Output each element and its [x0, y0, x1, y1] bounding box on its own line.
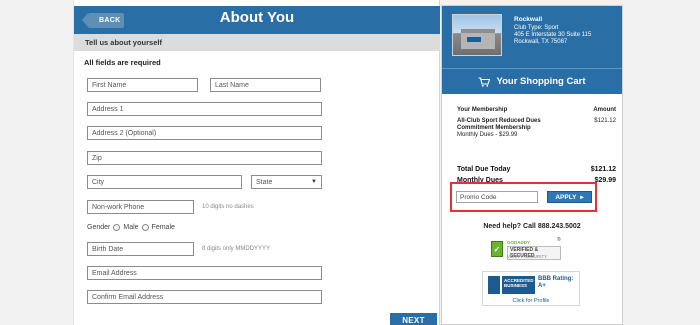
cart-panel: Rockwall Club Type: Sport 405 E Intersta… [441, 5, 623, 325]
monthly-dues-value: $29.99 [594, 177, 616, 184]
apply-button[interactable]: APPLY ▸ [547, 191, 592, 203]
club-name: Rockwall [514, 16, 543, 23]
confirm-email-input[interactable]: Confirm Email Address [87, 290, 322, 304]
zip-input[interactable]: Zip [87, 151, 322, 165]
bbb-accredited-label: ACCREDITED BUSINESS [502, 276, 535, 294]
play-arrow-icon: ▸ [580, 194, 584, 201]
header-bar: BACK About You [74, 6, 440, 34]
bbb-torch-icon [488, 276, 500, 294]
page-title: About You [219, 9, 295, 26]
club-info: Rockwall Club Type: Sport 405 E Intersta… [442, 6, 622, 68]
seal-verify-text: VERIFY SECURITY [507, 254, 548, 259]
club-type: Club Type: Sport [514, 25, 559, 31]
last-name-input[interactable]: Last Name [210, 78, 321, 92]
club-sign-image [467, 37, 481, 42]
email-input[interactable]: Email Address [87, 266, 322, 280]
bbb-rating: BBB Rating: A+ [538, 276, 573, 290]
club-address-line2: Rockwall, TX 75087 [514, 39, 568, 45]
membership-header: Your Membership [457, 107, 508, 113]
state-select[interactable]: State ▼ [251, 175, 322, 189]
address1-input[interactable]: Address 1 [87, 102, 322, 116]
gender-male-label[interactable]: Male [123, 224, 138, 231]
first-name-input[interactable]: First Name [87, 78, 198, 92]
membership-amount: $121.12 [594, 118, 616, 124]
gender-group: Gender Male Female [87, 224, 175, 231]
birth-date-hint: 8 digits only MMDDYYYY [202, 246, 271, 252]
cart-header: Your Shopping Cart [442, 68, 622, 94]
bbb-badge[interactable]: ACCREDITED BUSINESS BBB Rating: A+ Click… [482, 271, 580, 306]
phone-input[interactable]: Non-work Phone [87, 200, 194, 214]
chevron-down-icon: ▼ [311, 179, 317, 185]
verified-secured-seal[interactable]: ✓ GODADDY VERIFIED & SECURED VERIFY SECU… [491, 237, 561, 261]
membership-line1: All-Club Sport Reduced Dues [457, 118, 541, 124]
bbb-profile-link[interactable]: Click for Profile [483, 298, 579, 304]
help-phone: Need help? Call 888.243.5002 [483, 223, 581, 230]
section-title: Tell us about yourself [74, 34, 440, 51]
shopping-cart-icon [478, 76, 491, 87]
promo-code-input[interactable]: Promo Code [456, 191, 538, 203]
seal-provider: GODADDY [507, 240, 531, 245]
club-photo [452, 14, 502, 56]
next-button[interactable]: NEXT [390, 313, 437, 325]
apply-label: APPLY [555, 193, 577, 201]
bbb-rating-label: BBB Rating: [538, 276, 574, 282]
amount-header: Amount [593, 107, 616, 113]
bbb-rating-grade: A+ [538, 283, 546, 289]
address2-input[interactable]: Address 2 (Optional) [87, 126, 322, 140]
checkmark-icon: ✓ [491, 241, 503, 257]
registered-icon: ® [557, 237, 561, 243]
about-you-panel: BACK About You Tell us about yourself Al… [73, 0, 440, 325]
gender-label: Gender [87, 224, 111, 231]
membership-line2: Commitment Membership [457, 125, 531, 131]
gender-female-radio[interactable] [141, 224, 149, 231]
phone-hint: 10 digits no dashes [202, 204, 254, 210]
membership-line3: Monthly Dues - $29.99 [457, 132, 518, 138]
total-due-label: Total Due Today [457, 166, 511, 173]
city-input[interactable]: City [87, 175, 242, 189]
state-selected-value: State [256, 178, 273, 186]
birth-date-input[interactable]: Birth Date [87, 242, 194, 256]
required-note: All fields are required [84, 58, 161, 67]
total-due-value: $121.12 [590, 166, 616, 173]
gender-male-radio[interactable] [113, 224, 121, 231]
club-address-line1: 405 E Interstate 30 Suite 115 [514, 32, 592, 38]
cart-title: Your Shopping Cart [496, 76, 586, 87]
gender-female-label[interactable]: Female [152, 224, 175, 231]
